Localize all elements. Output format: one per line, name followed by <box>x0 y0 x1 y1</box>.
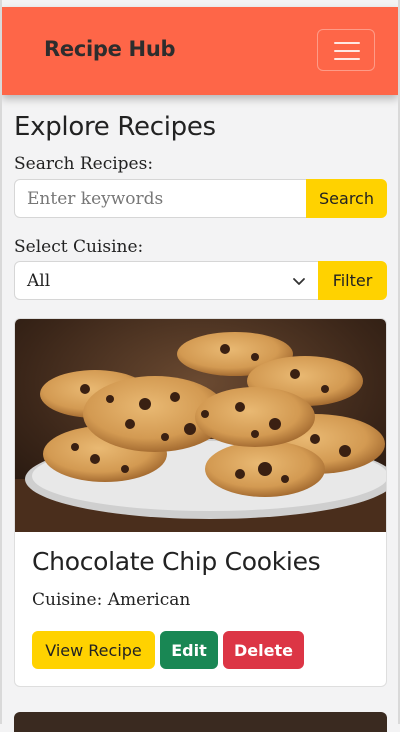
delete-button[interactable]: Delete <box>223 631 304 669</box>
chevron-down-icon <box>293 277 305 285</box>
search-input[interactable] <box>14 179 307 218</box>
cuisine-select[interactable]: All <box>14 261 319 300</box>
page-title: Explore Recipes <box>14 112 216 142</box>
filter-button[interactable]: Filter <box>318 261 387 300</box>
brand-logo[interactable]: Recipe Hub <box>44 37 176 61</box>
navbar-toggler[interactable] <box>317 29 375 71</box>
next-recipe-card <box>14 712 387 732</box>
recipe-cuisine: Cuisine: American <box>32 590 191 610</box>
cuisine-label: Select Cuisine: <box>14 237 144 257</box>
recipe-title: Chocolate Chip Cookies <box>32 547 321 576</box>
recipe-image <box>15 319 386 532</box>
recipe-card: Chocolate Chip Cookies Cuisine: American… <box>14 318 387 687</box>
view-recipe-button[interactable]: View Recipe <box>32 631 155 669</box>
edit-button[interactable]: Edit <box>160 631 218 669</box>
search-label: Search Recipes: <box>14 154 154 174</box>
navbar: Recipe Hub <box>2 7 398 95</box>
cuisine-select-value: All <box>27 270 51 291</box>
search-button[interactable]: Search <box>306 179 387 218</box>
hamburger-icon <box>334 42 360 44</box>
